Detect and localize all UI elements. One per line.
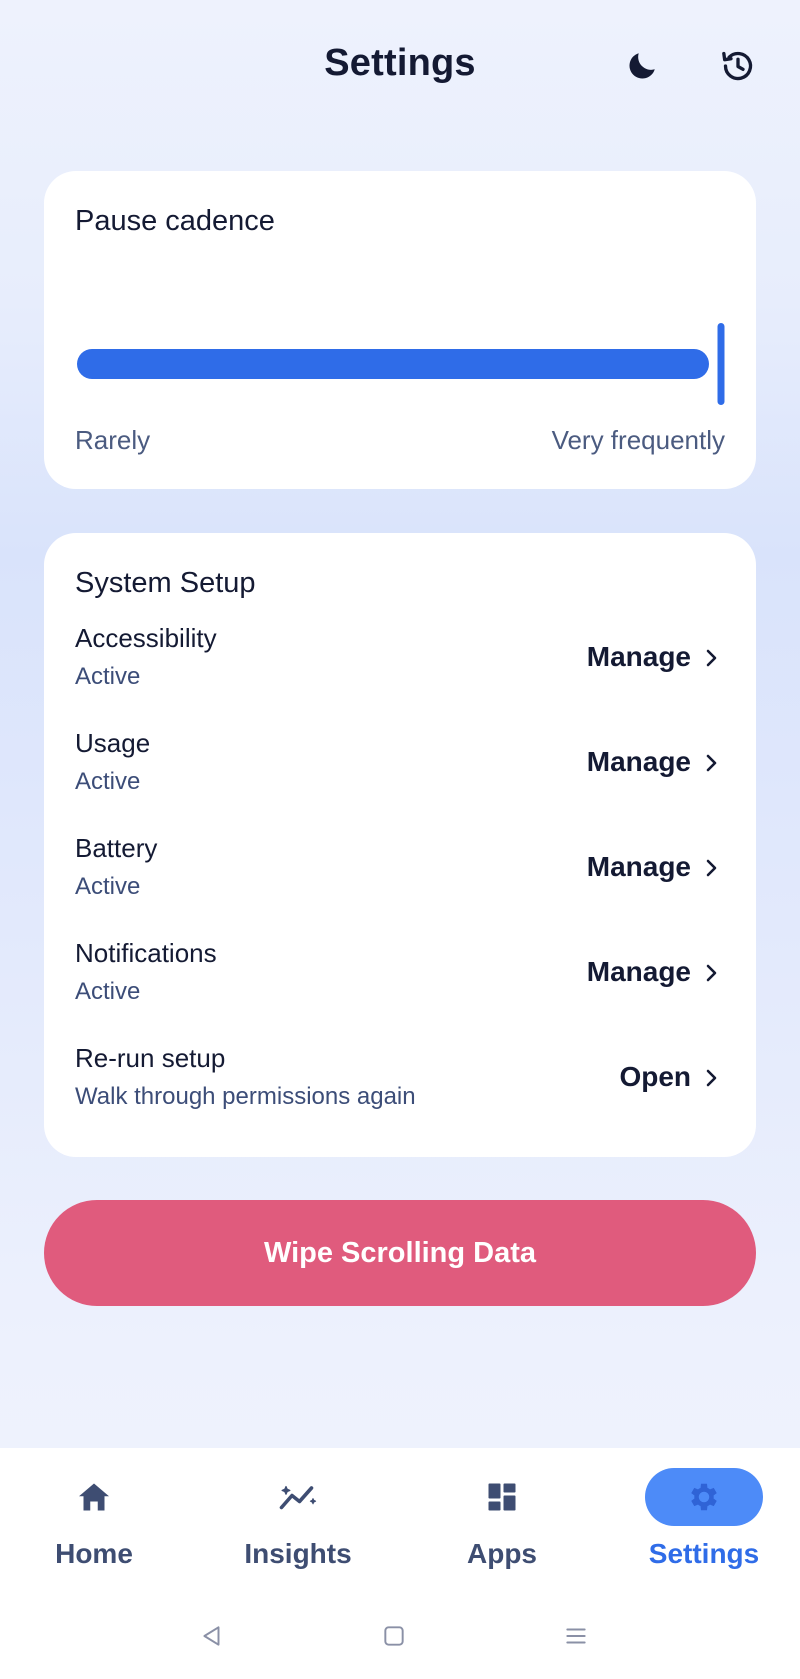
manage-button[interactable]: Manage [587,956,691,988]
setup-row-rerun-setup[interactable]: Re-run setup Walk through permissions ag… [75,1043,725,1133]
setup-row-battery[interactable]: Battery Active Manage [75,833,725,923]
setup-row-title: Battery [75,833,158,863]
setup-row-title: Notifications [75,938,217,968]
slider-track [77,349,725,379]
insights-icon [239,1468,357,1526]
chevron-right-icon [701,960,723,986]
manage-button[interactable]: Manage [587,641,691,673]
back-icon[interactable] [192,1616,232,1656]
chevron-right-icon [701,1065,723,1091]
nav-label: Settings [648,1538,760,1569]
moon-icon[interactable] [620,44,664,88]
setup-row-status: Active [75,873,141,900]
bottom-nav: Home Insights Apps Settings [0,1448,800,1602]
nav-label: Apps [467,1538,537,1569]
nav-item-insights[interactable]: Insights [218,1468,378,1578]
slider-fill [77,349,709,379]
manage-button[interactable]: Manage [587,851,691,883]
open-button[interactable]: Open [619,1061,691,1093]
apps-icon [443,1468,561,1526]
setup-row-title: Usage [75,728,151,758]
chevron-right-icon [701,645,723,671]
setup-row-status: Active [75,978,141,1005]
system-setup-title: System Setup [75,567,256,599]
setup-row-usage[interactable]: Usage Active Manage [75,728,725,818]
setup-row-status: Active [75,663,141,690]
home-square-icon[interactable] [374,1616,414,1656]
nav-item-apps[interactable]: Apps [422,1468,582,1578]
nav-label: Home [55,1538,133,1569]
home-icon [35,1468,153,1526]
pause-cadence-card: Pause cadence Rarely Very frequently [44,171,756,489]
setup-row-title: Accessibility [75,623,217,653]
manage-button[interactable]: Manage [587,746,691,778]
nav-item-settings[interactable]: Settings [624,1468,784,1578]
page-title: Settings [324,42,476,84]
system-nav-bar [0,1602,800,1679]
menu-icon[interactable] [556,1616,596,1656]
app-header: Settings [0,0,800,140]
setup-row-accessibility[interactable]: Accessibility Active Manage [75,623,725,713]
wipe-scrolling-data-button[interactable]: Wipe Scrolling Data [44,1200,756,1306]
chevron-right-icon [701,855,723,881]
slider-thumb[interactable] [717,323,725,405]
nav-item-home[interactable]: Home [14,1468,174,1578]
slider-max-label: Very frequently [551,425,725,455]
setup-row-notifications[interactable]: Notifications Active Manage [75,938,725,1028]
setup-row-status: Active [75,768,141,795]
setup-row-title: Re-run setup [75,1043,226,1073]
pause-cadence-title: Pause cadence [75,205,275,237]
nav-label: Insights [244,1538,352,1569]
setup-row-status: Walk through permissions again [75,1083,416,1110]
pause-cadence-slider[interactable] [77,323,725,419]
history-icon[interactable] [716,44,760,88]
chevron-right-icon [701,750,723,776]
gear-icon [645,1468,763,1526]
slider-min-label: Rarely [75,425,151,455]
system-setup-card: System Setup Accessibility Active Manage… [44,533,756,1157]
